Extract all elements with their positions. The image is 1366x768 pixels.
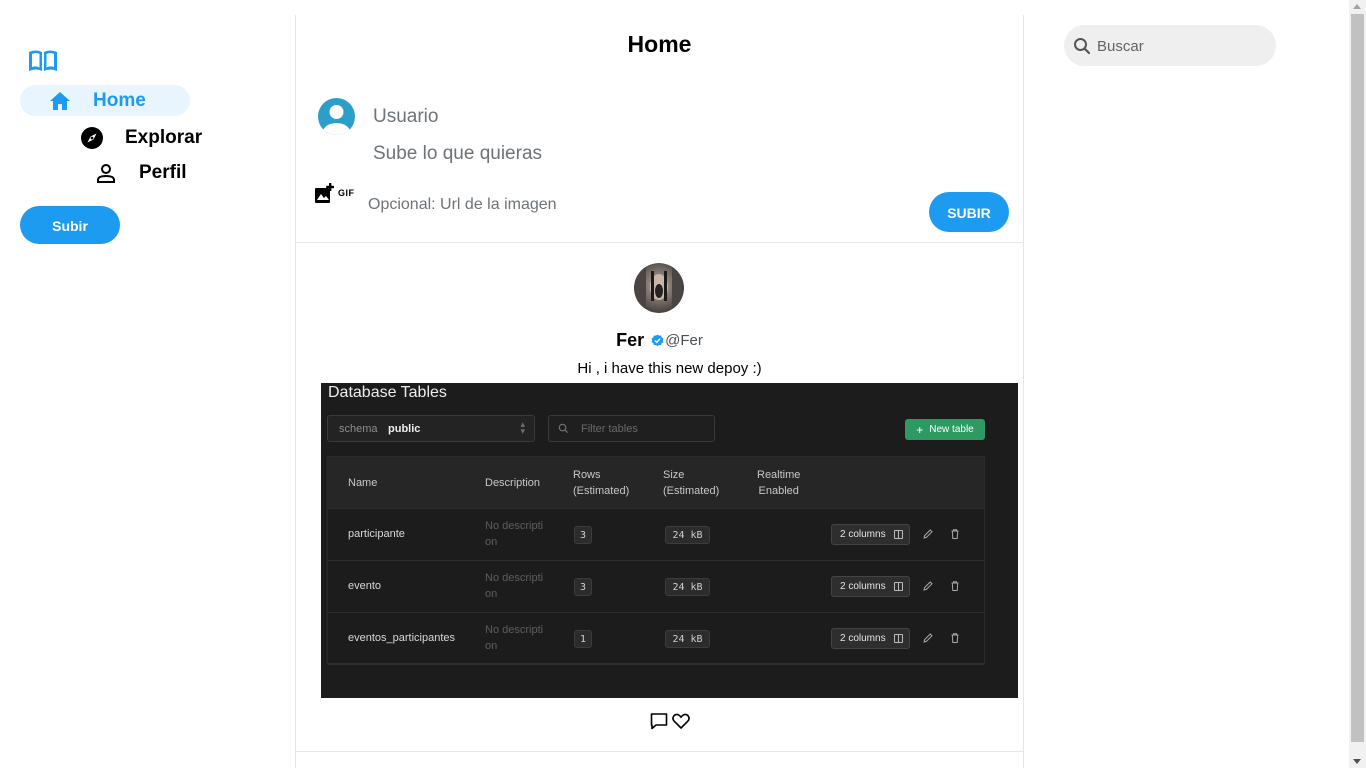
row-name: evento [348, 580, 382, 592]
add-image-icon[interactable] [314, 183, 334, 205]
heart-icon[interactable] [671, 711, 691, 731]
trash-icon [951, 581, 959, 591]
table-header: Name Description Rows (Estimated) Size (Es… [328, 457, 984, 509]
table-row: participante No descripti on 3 24 kB 2 co… [328, 509, 984, 561]
plus-icon: + [916, 422, 924, 437]
sidebar-item-label: Perfil [139, 162, 187, 183]
columns-button: 2 columns [831, 628, 910, 649]
header-size: Size (Estimated) [663, 469, 720, 497]
schema-label: schema [339, 423, 378, 435]
scroll-down-arrow-icon[interactable] [1353, 759, 1361, 764]
header-realtime: Realtime Enabled [757, 469, 801, 497]
scrollbar[interactable] [1349, 0, 1366, 768]
filter-tables-field: Filter tables [548, 415, 715, 442]
page-title: Home [627, 31, 692, 57]
left-sidebar: Home Explorar Perfil Subir [0, 0, 295, 768]
trash-icon [951, 529, 959, 539]
filter-placeholder: Filter tables [581, 423, 638, 435]
row-description: No descripti on [485, 572, 544, 600]
composer-username: Usuario [373, 106, 439, 127]
composer-text-input[interactable]: Sube lo que quieras [373, 143, 542, 165]
columns-button: 2 columns [831, 576, 910, 597]
row-description: No descripti on [485, 520, 544, 548]
post-text: Hi , i have this new depoy :) [577, 360, 762, 377]
tables-list: Name Description Rows (Estimated) Size (Es… [327, 456, 985, 665]
search-input[interactable] [1097, 35, 1257, 57]
header-description: Description [485, 477, 541, 489]
header-rows: Rows (Estimated) [573, 469, 630, 497]
row-size: 24 kB [665, 578, 710, 596]
post-button[interactable]: Subir [20, 206, 120, 244]
row-size: 24 kB [665, 630, 710, 648]
edit-icon [923, 581, 933, 591]
post-image[interactable]: Database Tables schema public ▴ ▾ Filter … [321, 383, 1018, 698]
row-count: 3 [574, 578, 592, 596]
image-url-input[interactable] [368, 193, 788, 217]
book-open-icon[interactable] [28, 48, 58, 74]
row-count: 3 [574, 526, 592, 544]
schema-select: schema public ▴ ▾ [327, 415, 535, 442]
sidebar-item-label: Home [93, 89, 146, 111]
compass-icon [81, 127, 103, 149]
divider [296, 751, 1023, 752]
columns-icon [893, 634, 903, 643]
avatar [318, 98, 355, 135]
main-feed: Home Usuario Sube lo que quieras GIF SUB… [295, 15, 1024, 768]
post-actions [649, 711, 691, 731]
new-table-button: + New table [905, 419, 985, 440]
row-name: eventos_participantes [348, 632, 456, 644]
post-author: Fer @Fer [296, 330, 1023, 351]
author-handle: @Fer [665, 332, 703, 349]
home-icon [50, 91, 70, 110]
sidebar-item-perfil[interactable]: Perfil [94, 159, 187, 187]
table-row: eventos_participantes No descripti on 1 2… [328, 613, 984, 665]
post-avatar[interactable] [634, 263, 684, 313]
gif-icon[interactable]: GIF [338, 188, 355, 198]
comment-icon[interactable] [649, 711, 669, 731]
media-toolbar: GIF [314, 183, 355, 205]
edit-icon [923, 633, 933, 643]
columns-button: 2 columns [831, 524, 910, 545]
image-title: Database Tables [328, 384, 447, 401]
verified-badge-icon [651, 334, 664, 347]
search-icon [1074, 38, 1091, 55]
sidebar-item-explorar[interactable]: Explorar [80, 124, 202, 152]
search-icon [558, 423, 569, 434]
row-name: participante [348, 528, 405, 540]
columns-icon [893, 582, 903, 591]
row-count: 1 [574, 630, 592, 648]
scroll-up-arrow-icon[interactable] [1353, 4, 1361, 9]
chevron-updown-icon: ▴ ▾ [520, 419, 525, 436]
edit-icon [923, 529, 933, 539]
row-size: 24 kB [665, 526, 710, 544]
person-icon [97, 164, 115, 183]
submit-button[interactable]: SUBIR [929, 192, 1009, 232]
sidebar-item-home[interactable]: Home [20, 85, 190, 116]
divider [296, 242, 1023, 243]
header-name: Name [348, 477, 378, 489]
row-description: No descripti on [485, 624, 544, 652]
search-box [1064, 25, 1276, 66]
new-table-label: New table [929, 424, 974, 435]
schema-value: public [388, 423, 421, 435]
columns-icon [893, 530, 903, 539]
table-row: evento No descripti on 3 24 kB 2 columns [328, 561, 984, 613]
trash-icon [951, 633, 959, 643]
scrollbar-thumb[interactable] [1351, 14, 1364, 742]
author-name[interactable]: Fer [616, 330, 644, 351]
sidebar-item-label: Explorar [125, 127, 203, 148]
